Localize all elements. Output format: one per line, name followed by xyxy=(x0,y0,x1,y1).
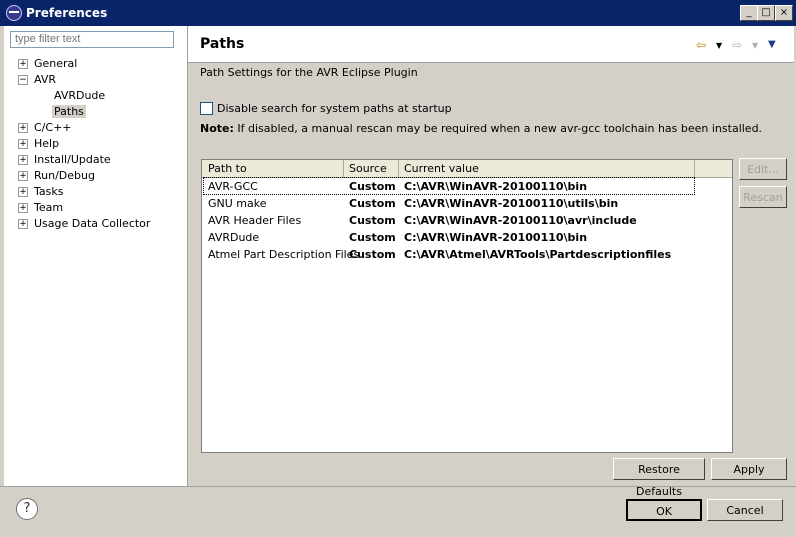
filter-input[interactable] xyxy=(10,31,174,48)
disable-search-checkbox[interactable] xyxy=(200,102,213,115)
back-dropdown-icon[interactable]: ▼ xyxy=(716,41,722,50)
window-title: Preferences xyxy=(26,6,108,20)
table-header: Path to Source Current value xyxy=(202,160,732,178)
maximize-button[interactable]: □ xyxy=(757,5,775,21)
preferences-window: Preferences _ □ × + General − AVR AVRDud… xyxy=(0,0,796,537)
disable-search-label[interactable]: Disable search for system paths at start… xyxy=(217,102,452,115)
collapse-icon[interactable]: − xyxy=(18,75,28,85)
back-arrow-icon[interactable]: ⇦ xyxy=(696,38,706,52)
eclipse-icon xyxy=(6,5,22,21)
expand-icon[interactable]: + xyxy=(18,123,28,133)
column-divider[interactable] xyxy=(398,160,399,177)
ok-button[interactable]: OK xyxy=(626,499,702,521)
expand-icon[interactable]: + xyxy=(18,219,28,229)
tree-item-paths[interactable]: Paths xyxy=(52,104,86,120)
forward-arrow-icon[interactable]: ⇨ xyxy=(732,38,742,52)
expand-icon[interactable]: + xyxy=(18,187,28,197)
page-title: Paths xyxy=(200,36,245,52)
help-icon[interactable]: ? xyxy=(16,498,38,520)
apply-button[interactable]: Apply xyxy=(711,458,787,480)
column-header-source[interactable]: Source xyxy=(349,162,387,175)
page-header: Paths ⇦ ▼ ⇨ ▼ ▼ xyxy=(188,26,794,63)
table-row[interactable]: AVR-GCC Custom C:\AVR\WinAVR-20100110\bi… xyxy=(202,177,732,195)
table-row[interactable]: Atmel Part Description Files Custom C:\A… xyxy=(202,246,732,263)
page-description: Path Settings for the AVR Eclipse Plugin xyxy=(200,66,418,79)
expand-icon[interactable]: + xyxy=(18,171,28,181)
edit-button[interactable]: Edit... xyxy=(739,158,787,180)
table-row[interactable]: AVR Header Files Custom C:\AVR\WinAVR-20… xyxy=(202,212,732,229)
expand-icon[interactable]: + xyxy=(18,203,28,213)
title-bar: Preferences _ □ × xyxy=(0,0,796,26)
view-menu-icon[interactable]: ▼ xyxy=(768,39,776,50)
expand-icon[interactable]: + xyxy=(18,139,28,149)
cancel-button[interactable]: Cancel xyxy=(707,499,783,521)
table-row[interactable]: GNU make Custom C:\AVR\WinAVR-20100110\u… xyxy=(202,195,732,212)
column-header-path[interactable]: Path to xyxy=(208,162,247,175)
note-text: Note: If disabled, a manual rescan may b… xyxy=(200,122,762,135)
column-divider[interactable] xyxy=(343,160,344,177)
close-button[interactable]: × xyxy=(775,5,793,21)
divider xyxy=(0,486,796,487)
paths-table[interactable]: Path to Source Current value AVR-GCC Cus… xyxy=(201,159,733,453)
table-row[interactable]: AVRDude Custom C:\AVR\WinAVR-20100110\bi… xyxy=(202,229,732,246)
restore-defaults-button[interactable]: Restore Defaults xyxy=(613,458,705,498)
expand-icon[interactable]: + xyxy=(18,155,28,165)
rescan-button[interactable]: Rescan xyxy=(739,186,787,208)
tree-item-avrdude[interactable]: AVRDude xyxy=(54,88,105,104)
minimize-button[interactable]: _ xyxy=(740,5,758,21)
note-label: Note: xyxy=(200,122,234,135)
forward-dropdown-icon[interactable]: ▼ xyxy=(752,41,758,50)
note-body: If disabled, a manual rescan may be requ… xyxy=(233,122,763,135)
column-divider[interactable] xyxy=(694,160,695,177)
expand-icon[interactable]: + xyxy=(18,59,28,69)
column-header-value[interactable]: Current value xyxy=(404,162,479,175)
